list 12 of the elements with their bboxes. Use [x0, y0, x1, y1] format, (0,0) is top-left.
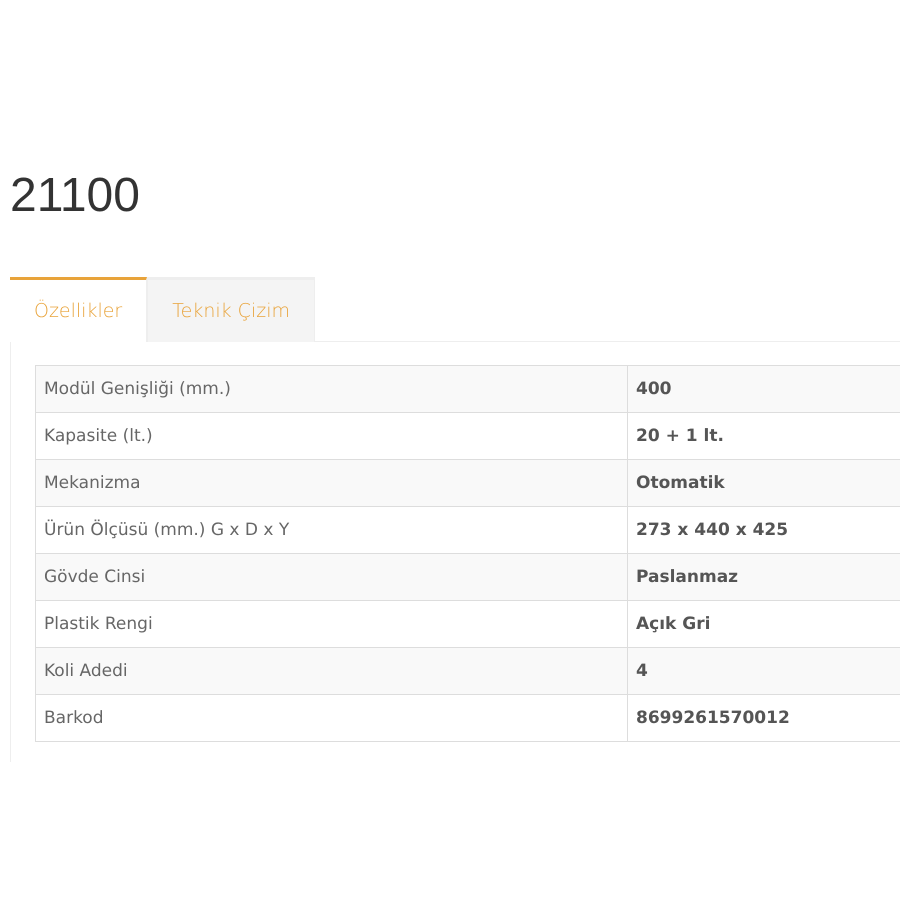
- spec-label: Mekanizma: [36, 460, 628, 506]
- spec-label: Gövde Cinsi: [36, 554, 628, 600]
- spec-label: Modül Genişliği (mm.): [36, 366, 628, 412]
- tab[interactable]: Özellikler: [10, 277, 148, 342]
- spec-label: Barkod: [36, 694, 628, 742]
- spec-value: Paslanmaz: [628, 554, 900, 600]
- spec-value: 4: [628, 648, 900, 694]
- product-title: 21100: [10, 168, 141, 224]
- spec-value: 400: [628, 366, 900, 412]
- tab[interactable]: Teknik Çizim: [147, 277, 315, 342]
- spec-label: Koli Adedi: [36, 648, 628, 694]
- spec-value: Otomatik: [628, 460, 900, 506]
